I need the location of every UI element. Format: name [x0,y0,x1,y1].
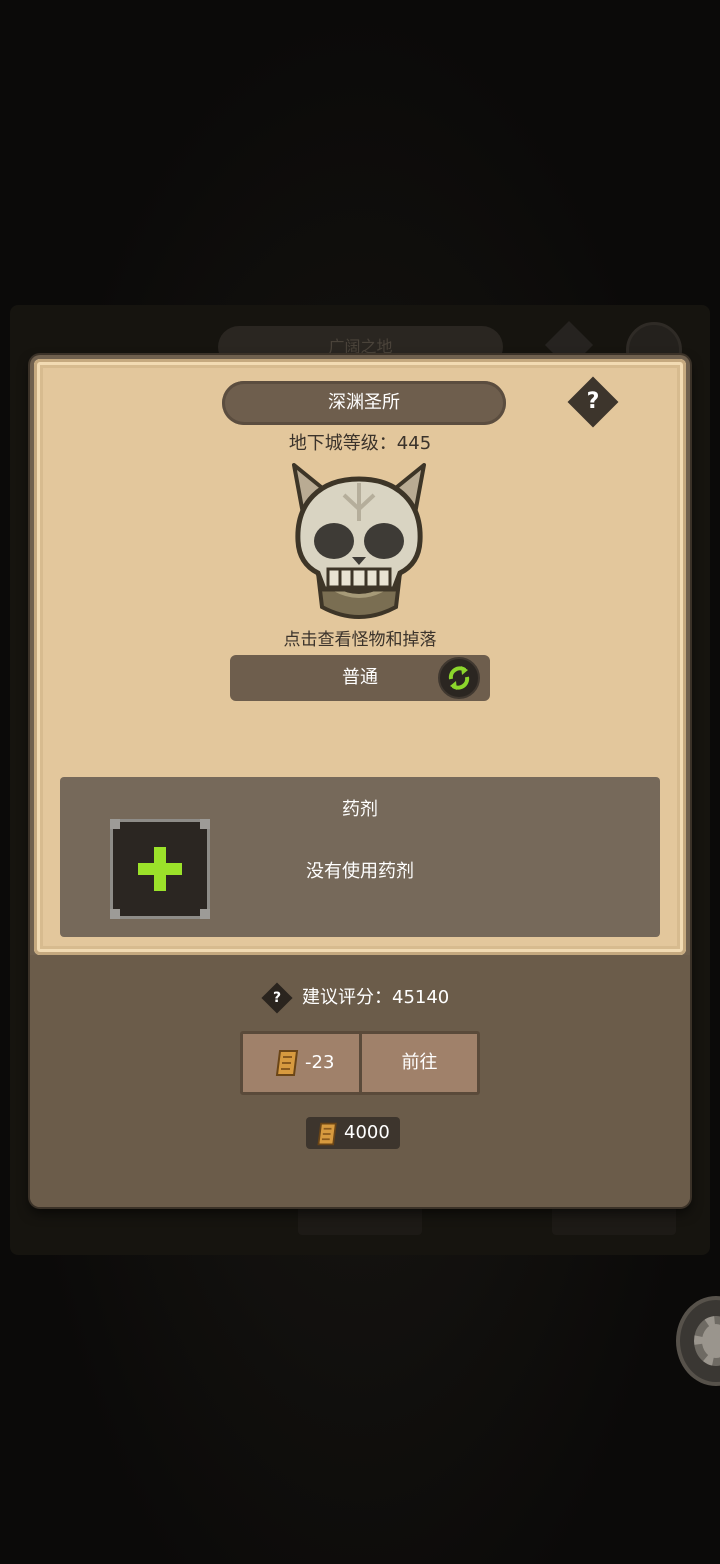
ticket-balance: 4000 [306,1117,400,1149]
scroll-ticket-icon [317,1122,337,1146]
scroll-ticket-icon [275,1050,299,1076]
recommended-score-row: ? 建议评分：45140 [30,982,690,1014]
potion-title: 药剂 [342,799,378,820]
ticket-balance-value: 4000 [344,1122,390,1143]
background-button-right [552,1205,676,1235]
potion-empty-text: 没有使用药剂 [306,861,414,882]
ticket-cost[interactable]: -23 [243,1034,362,1092]
monster-drop-hint[interactable]: 点击查看怪物和掉落 [34,625,686,650]
parchment-panel: 深渊圣所 ? 地下城等级：445 点击查看怪物和掉落 普通 药剂 没有使用药剂 [34,359,686,955]
gear-core [694,1316,720,1366]
difficulty-selector[interactable]: 普通 [230,655,490,701]
ticket-cost-value: -23 [305,1052,335,1073]
score-help-button[interactable]: ? [261,982,293,1014]
go-button[interactable]: 前往 [362,1034,477,1092]
slot-corner [200,819,210,829]
go-button-label: 前往 [401,1052,438,1073]
slot-corner [110,819,120,829]
dungeon-title-banner: 深渊圣所 [222,381,506,425]
dungeon-title: 深渊圣所 [328,392,400,413]
score-help-icon: ? [272,990,282,1006]
swap-arrows-icon[interactable] [438,657,480,699]
boss-skull-button[interactable] [284,461,434,623]
potion-panel: 药剂 没有使用药剂 [60,777,660,937]
recommended-score: 建议评分：45140 [302,987,450,1008]
horned-skull-icon [292,463,426,619]
help-button[interactable]: ? [567,376,619,428]
dungeon-dialog: 深渊圣所 ? 地下城等级：445 点击查看怪物和掉落 普通 药剂 没有使用药剂 … [30,355,690,1207]
enter-dungeon-group: -23 前往 [240,1031,480,1095]
slot-corner [200,909,210,919]
dungeon-level: 地下城等级：445 [288,433,432,454]
slot-corner [110,909,120,919]
help-icon: ? [586,389,600,414]
background-button-left [298,1205,422,1235]
